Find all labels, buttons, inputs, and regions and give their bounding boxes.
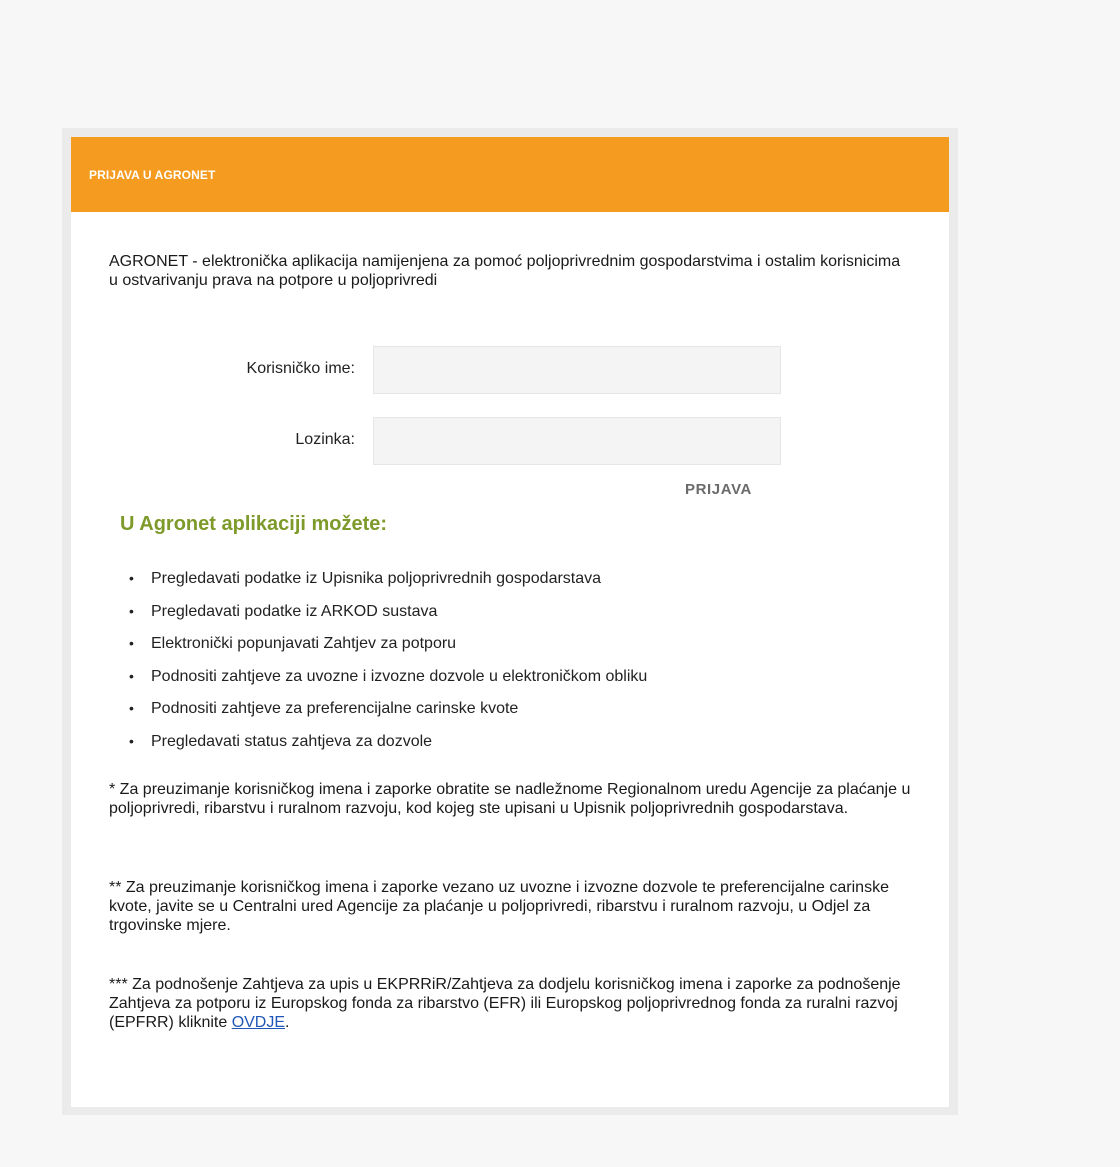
list-item-text: Pregledavati podatke iz Upisnika poljopr… [151,570,602,587]
list-item-text: Podnositi zahtjeve za preferencijalne ca… [151,700,519,717]
login-panel: PRIJAVA U AGRONET AGRONET - elektronička… [71,137,949,1107]
note-ekprrir-end: . [285,1014,290,1031]
list-item-text: Pregledavati status zahtjeva za dozvole [151,732,433,750]
note-regional-office: * Za preuzimanje korisničkog imena i zap… [109,781,911,817]
note-central-office: ** Za preuzimanje korisničkog imena i za… [109,879,889,934]
username-label: Korisničko ime: [246,360,355,377]
password-label: Lozinka: [295,431,355,448]
list-item: • Pregledavati podatke iz Upisnika poljop… [129,569,647,602]
list-item-text: Elektronički popunjavati Zahtjev za potp… [151,635,457,652]
panel-title: PRIJAVA U AGRONET [89,168,216,182]
list-item-text: Podnositi zahtjeve za uvozne i izvozne d… [151,667,648,685]
panel-header: PRIJAVA U AGRONET [71,137,949,212]
username-input[interactable] [373,346,781,394]
bullet-icon: • [129,602,134,619]
list-item: • Pregledavati podatke iz ARKOD sustava [129,602,647,635]
bullet-icon: • [129,667,134,684]
list-item: • Podnositi zahtjeve za uvozne i izvozne … [129,667,647,700]
features-heading: U Agronet aplikaciji možete: [120,513,388,535]
features-list: • Pregledavati podatke iz Upisnika poljop… [129,569,647,764]
bullet-icon: • [129,570,134,586]
bullet-icon: • [129,635,134,651]
bullet-icon: • [129,732,134,749]
login-button[interactable]: PRIJAVA [685,481,752,498]
password-row: Lozinka: [71,417,949,467]
list-item: • Pregledavati status zahtjeva za dozvole [129,732,647,765]
note-ekprrir: *** Za podnošenje Zahtjeva za upis u EKP… [109,975,919,1032]
intro-text: AGRONET - elektronička aplikacija namije… [109,253,901,289]
password-input[interactable] [373,417,781,465]
note-ekprrir-text: *** Za podnošenje Zahtjeva za upis u EKP… [109,976,901,1031]
ovdje-link[interactable]: OVDJE [232,1014,285,1031]
bullet-icon: • [129,700,134,716]
list-item: • Podnositi zahtjeve za preferencijalne c… [129,699,647,732]
username-row: Korisničko ime: [71,346,949,396]
list-item-text: Pregledavati podatke iz ARKOD sustava [151,602,438,620]
list-item: • Elektronički popunjavati Zahtjev za pot… [129,634,647,667]
